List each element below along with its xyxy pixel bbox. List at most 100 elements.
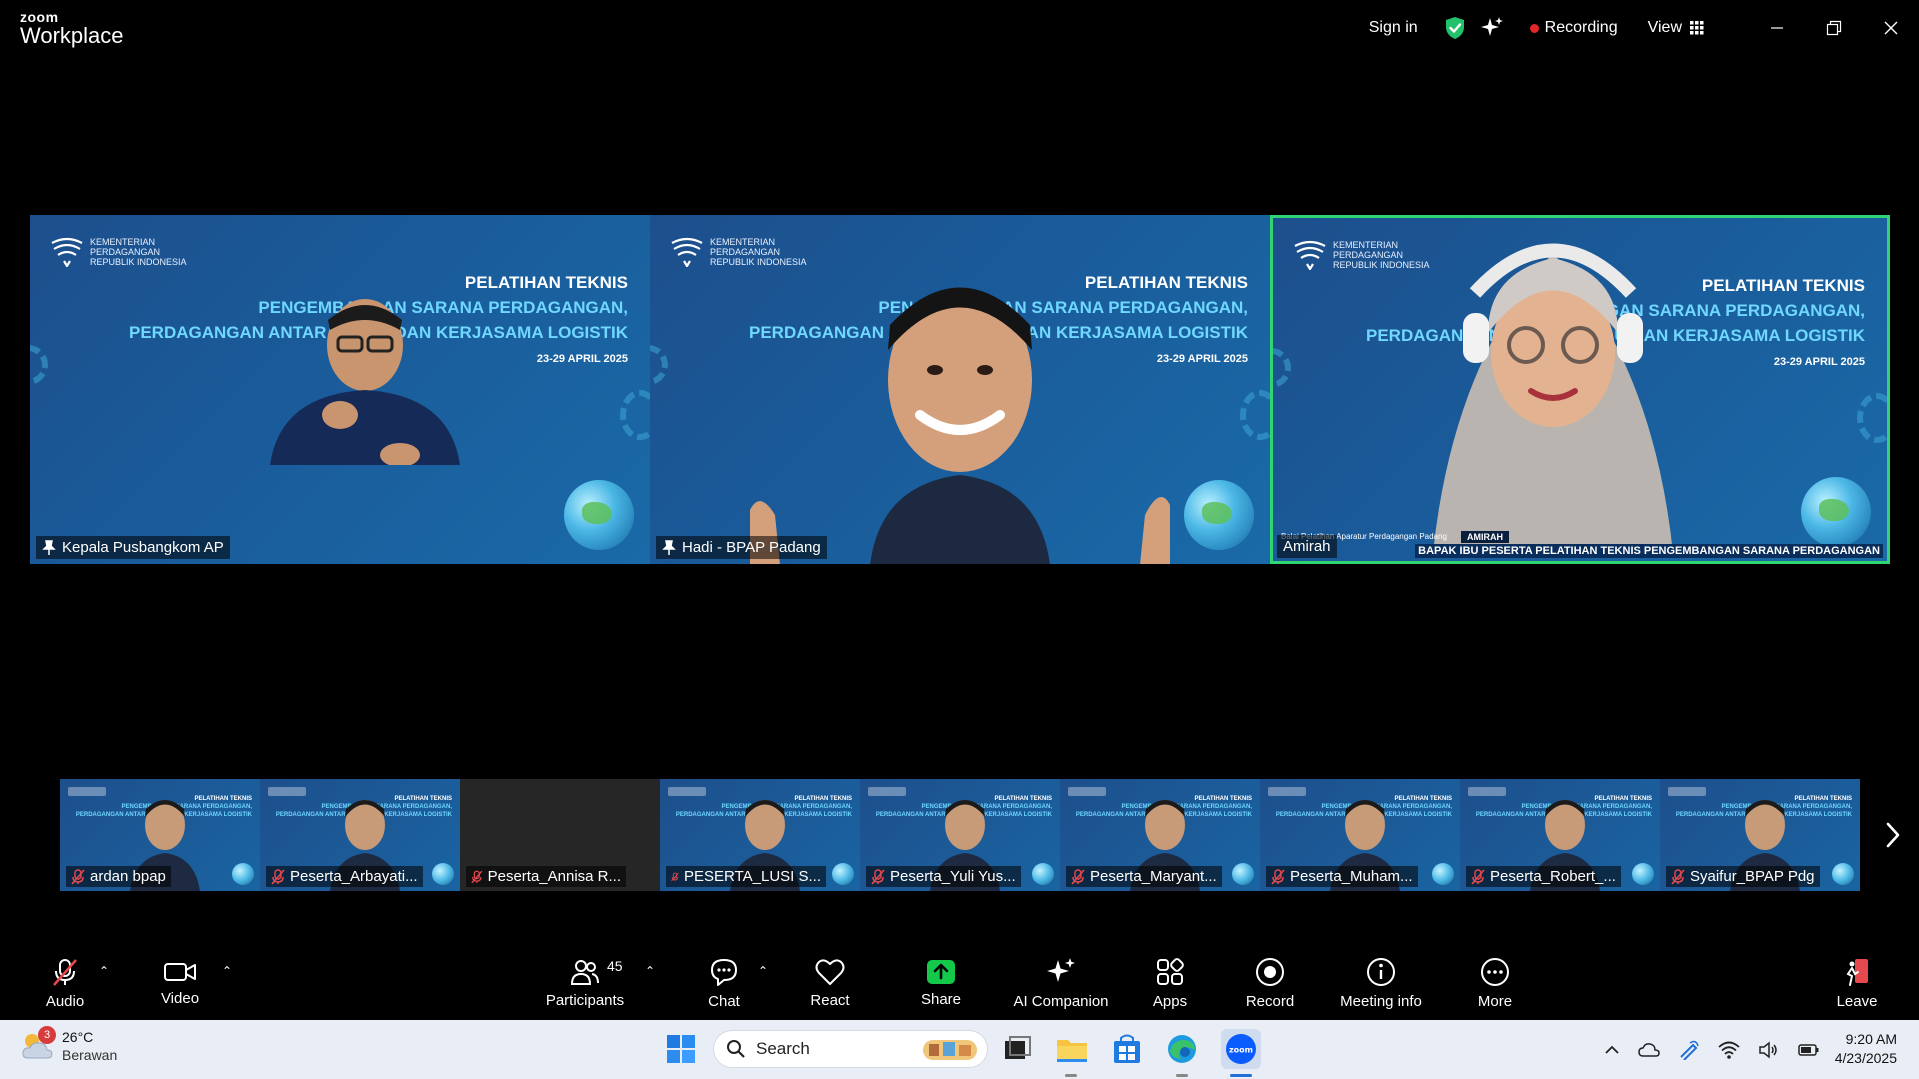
encryption-shield-icon[interactable] <box>1444 16 1466 40</box>
running-app-indicator <box>1176 1074 1188 1077</box>
view-label: View <box>1647 19 1682 36</box>
title-bar: zoom Workplace Sign in Recording View <box>0 0 1919 56</box>
volume-icon[interactable] <box>1758 1040 1780 1059</box>
gallery-thumbnail[interactable]: PELATIHAN TEKNIS PENGEMBANGAN SARANA PERD… <box>60 779 260 891</box>
video-tile-kepala-pusbangkom[interactable]: KEMENTERIAN PERDAGANGAN REPUBLIK INDONESIA… <box>30 215 650 564</box>
windows-start-button[interactable] <box>664 1032 698 1066</box>
clock-date: 4/23/2025 <box>1834 1050 1897 1066</box>
participant-name-tag: Kepala Pusbangkom AP <box>36 536 230 559</box>
participants-icon <box>570 959 599 985</box>
gallery-thumbnail[interactable]: PELATIHAN TEKNIS PENGEMBANGAN SARANA PERD… <box>260 779 460 891</box>
next-page-button[interactable] <box>1884 821 1902 854</box>
audio-options-caret[interactable]: ⌃ <box>99 964 109 978</box>
microphone-muted-icon <box>1671 868 1685 885</box>
apps-button[interactable]: Apps <box>1146 946 1194 1020</box>
info-icon <box>1367 957 1395 986</box>
record-icon <box>1256 957 1284 986</box>
onedrive-cloud-icon[interactable] <box>1638 1041 1660 1059</box>
zoom-logo: zoom Workplace <box>20 10 124 47</box>
participant-name-tag: ardan bpap <box>66 866 171 887</box>
recording-dot-icon <box>1529 23 1539 33</box>
restore-icon <box>1826 20 1841 36</box>
search-label: Search <box>756 1039 810 1058</box>
microphone-muted-icon <box>53 958 77 986</box>
participant-name-tag: Syaifur_BPAP Pdg <box>1666 866 1820 887</box>
video-camera-icon <box>164 962 196 981</box>
search-icon <box>727 1040 745 1058</box>
sign-in-link[interactable]: Sign in <box>1369 19 1418 37</box>
system-tray <box>1604 1020 1820 1079</box>
edge-browser-button[interactable] <box>1165 1032 1199 1066</box>
system-clock[interactable]: 9:20 AM 4/23/2025 <box>1835 1030 1897 1068</box>
windows-logo-icon <box>667 1035 695 1063</box>
weather-widget[interactable]: 3 26°C Berawan <box>20 1026 118 1064</box>
pen-input-icon[interactable] <box>1678 1040 1700 1060</box>
file-explorer-button[interactable] <box>1055 1032 1089 1066</box>
edge-icon <box>1168 1035 1196 1063</box>
view-button[interactable]: View <box>1648 19 1704 37</box>
zoom-taskbar-button[interactable]: zoom <box>1221 1029 1261 1069</box>
heart-icon <box>815 958 845 985</box>
video-tile-amirah-active-speaker[interactable]: KEMENTERIAN PERDAGANGAN REPUBLIK INDONESIA… <box>1270 215 1890 564</box>
gallery-thumbnail[interactable]: PELATIHAN TEKNIS PENGEMBANGAN SARANA PERD… <box>1660 779 1860 891</box>
gallery-thumbnail[interactable]: PELATIHAN TEKNIS PENGEMBANGAN SARANA PERD… <box>1460 779 1660 891</box>
globe-graphic <box>432 863 454 885</box>
microphone-muted-icon <box>671 872 679 881</box>
gallery-thumbnail[interactable]: Peserta_Annisa R... <box>460 779 660 891</box>
search-highlight-icon <box>923 1040 977 1060</box>
video-options-caret[interactable]: ⌃ <box>222 964 232 978</box>
battery-icon[interactable] <box>1798 1043 1820 1057</box>
brand-small: zoom <box>20 9 59 25</box>
participant-name-tag: Peserta_Maryant... <box>1066 866 1222 887</box>
audio-button[interactable]: Audio <box>40 946 90 1020</box>
weather-condition: Berawan <box>62 1047 118 1063</box>
training-date: 23-29 APRIL 2025 <box>536 353 628 365</box>
participants-options-caret[interactable]: ⌃ <box>645 964 655 978</box>
minimize-button[interactable] <box>1748 0 1805 56</box>
record-button[interactable]: Record <box>1243 946 1297 1020</box>
gallery-thumbnail[interactable]: PELATIHAN TEKNIS PENGEMBANGAN SARANA PERD… <box>1260 779 1460 891</box>
windows-taskbar: 3 26°C Berawan Search zoom 9:20 AM 4/23/… <box>0 1020 1919 1079</box>
chat-bubble-icon <box>711 958 737 986</box>
ai-sparkle-icon[interactable] <box>1480 16 1504 40</box>
leave-button[interactable]: Leave <box>1832 946 1882 1020</box>
globe-graphic <box>1184 480 1254 550</box>
close-button[interactable] <box>1862 0 1919 56</box>
microphone-muted-icon <box>1271 868 1285 885</box>
globe-graphic <box>1432 863 1454 885</box>
lower-third-banner: Balai Pelatihan Aparatur Perdagangan Pad… <box>1273 531 1887 561</box>
participant-name-tag: Peserta_Annisa R... <box>466 866 626 887</box>
pin-icon <box>42 539 56 555</box>
participant-name-tag: Peserta_Robert_... <box>1466 866 1621 887</box>
gallery-thumbnail[interactable]: PELATIHAN TEKNIS PENGEMBANGAN SARANA PERD… <box>860 779 1060 891</box>
microphone-muted-icon <box>1471 868 1485 885</box>
video-button[interactable]: Video <box>155 946 205 1020</box>
react-button[interactable]: React <box>805 946 855 1020</box>
apps-icon <box>1157 957 1184 985</box>
taskbar-search[interactable]: Search <box>713 1030 988 1068</box>
wifi-icon[interactable] <box>1718 1041 1740 1059</box>
chevron-up-icon[interactable] <box>1604 1042 1620 1058</box>
restore-button[interactable] <box>1805 0 1862 56</box>
gallery-thumbnail[interactable]: PELATIHAN TEKNIS PENGEMBANGAN SARANA PERD… <box>660 779 860 891</box>
ai-companion-button[interactable]: AI Companion <box>1010 946 1112 1020</box>
meeting-info-button[interactable]: Meeting info <box>1335 946 1427 1020</box>
clock-time: 9:20 AM <box>1845 1031 1897 1047</box>
training-date: 23-29 APRIL 2025 <box>1773 356 1865 368</box>
recording-indicator[interactable]: Recording <box>1529 19 1618 37</box>
share-screen-icon <box>927 959 955 984</box>
microphone-muted-icon <box>1071 868 1085 885</box>
chat-options-caret[interactable]: ⌃ <box>758 964 768 978</box>
task-view-button[interactable] <box>1000 1032 1034 1066</box>
more-button[interactable]: More <box>1470 946 1520 1020</box>
ministry-logo: KEMENTERIAN PERDAGANGAN REPUBLIK INDONESIA <box>50 237 187 267</box>
gallery-thumbnail[interactable]: PELATIHAN TEKNIS PENGEMBANGAN SARANA PERD… <box>1060 779 1260 891</box>
microsoft-store-button[interactable] <box>1110 1032 1144 1066</box>
chat-button[interactable]: Chat <box>700 946 748 1020</box>
globe-graphic <box>832 863 854 885</box>
participant-name-tag: PESERTA_LUSI S... <box>666 866 826 887</box>
store-icon <box>1114 1034 1140 1063</box>
globe-graphic <box>1032 863 1054 885</box>
video-tile-hadi[interactable]: KEMENTERIAN PERDAGANGAN REPUBLIK INDONESIA… <box>650 215 1270 564</box>
share-button[interactable]: Share <box>916 946 966 1020</box>
